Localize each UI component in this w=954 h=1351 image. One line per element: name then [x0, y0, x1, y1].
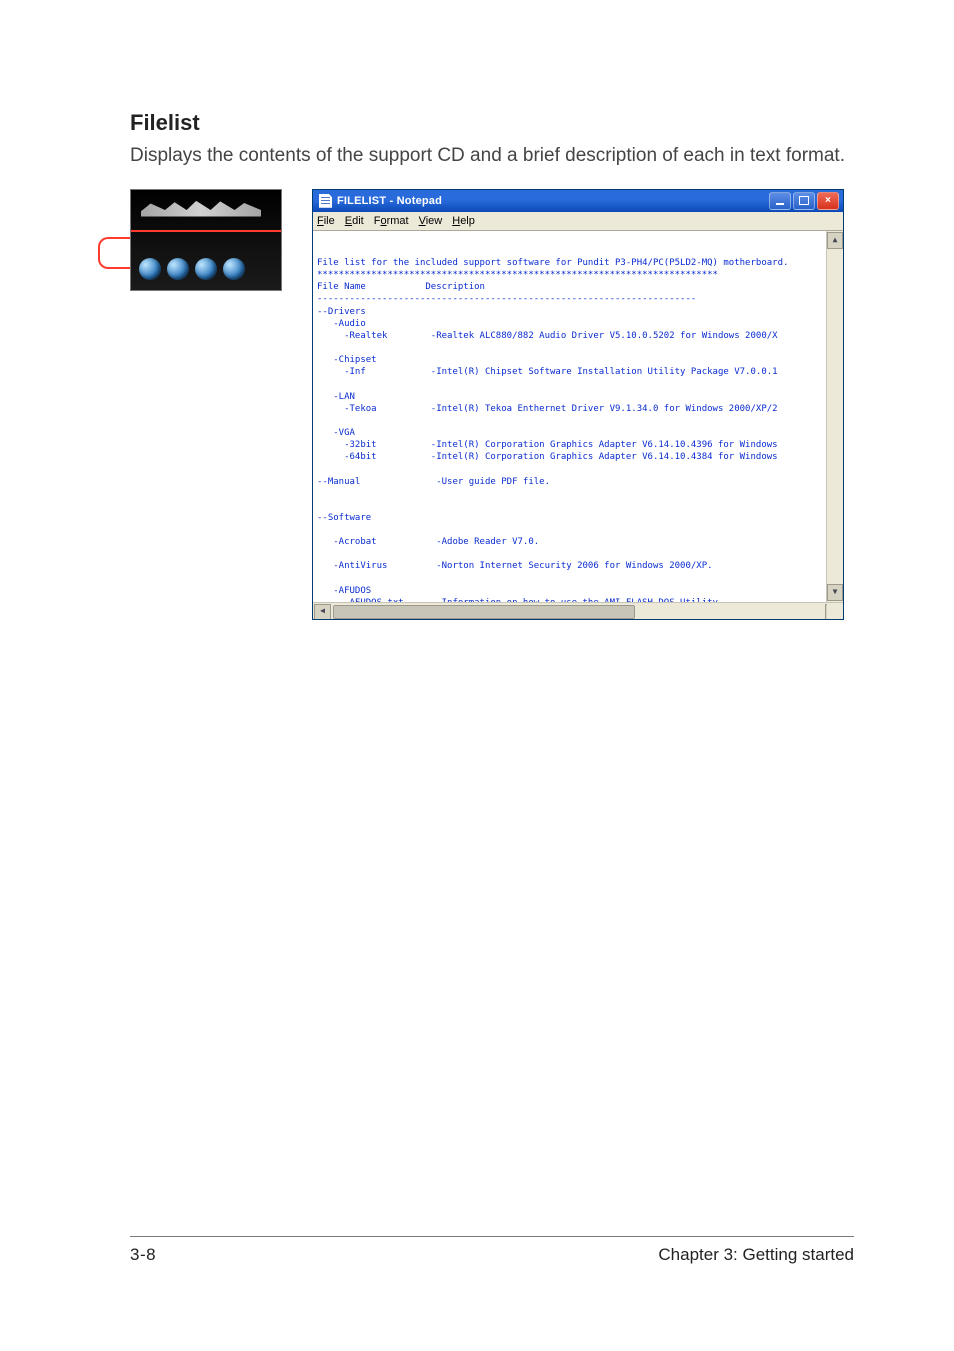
- orb-icon: [139, 258, 161, 280]
- callout-line: [131, 230, 281, 232]
- section-heading: Filelist: [130, 110, 854, 136]
- menu-format[interactable]: Format: [374, 215, 409, 227]
- window-title: FILELIST - Notepad: [337, 195, 442, 207]
- window-minimize-button[interactable]: [769, 192, 791, 210]
- scrollbar-horizontal[interactable]: ◀ ▶: [313, 602, 843, 619]
- notepad-icon: [319, 194, 332, 208]
- page-footer: 3-8 Chapter 3: Getting started: [130, 1236, 854, 1265]
- asus-logo: [141, 196, 261, 222]
- resize-grip-icon[interactable]: [827, 603, 843, 619]
- chapter-label: Chapter 3: Getting started: [658, 1245, 854, 1265]
- section-body: Displays the contents of the support CD …: [130, 144, 854, 169]
- notepad-text[interactable]: File list for the included support softw…: [317, 257, 839, 619]
- scrollbar-thumb[interactable]: [333, 605, 635, 619]
- orb-icon: [223, 258, 245, 280]
- callout-rect: [98, 237, 134, 269]
- notepad-client-area[interactable]: File list for the included support softw…: [313, 231, 843, 619]
- menu-view[interactable]: View: [419, 215, 443, 227]
- figure-row: FILELIST - Notepad × File Edit Format Vi…: [130, 189, 854, 620]
- menu-edit[interactable]: Edit: [345, 215, 364, 227]
- window-close-button[interactable]: ×: [817, 192, 839, 210]
- scrollbar-vertical[interactable]: ▲ ▼: [826, 231, 843, 602]
- orb-icon: [195, 258, 217, 280]
- window-maximize-button[interactable]: [793, 192, 815, 210]
- scroll-left-icon[interactable]: ◀: [314, 604, 331, 619]
- notepad-window: FILELIST - Notepad × File Edit Format Vi…: [312, 189, 844, 620]
- menu-help[interactable]: Help: [452, 215, 475, 227]
- scroll-down-icon[interactable]: ▼: [827, 584, 843, 601]
- cd-menu-thumbnail: [130, 189, 282, 291]
- orb-icon: [167, 258, 189, 280]
- menu-file[interactable]: File: [317, 215, 335, 227]
- menubar[interactable]: File Edit Format View Help: [313, 212, 843, 231]
- scroll-up-icon[interactable]: ▲: [827, 232, 843, 249]
- window-titlebar[interactable]: FILELIST - Notepad ×: [313, 190, 843, 212]
- page-number: 3-8: [130, 1245, 156, 1265]
